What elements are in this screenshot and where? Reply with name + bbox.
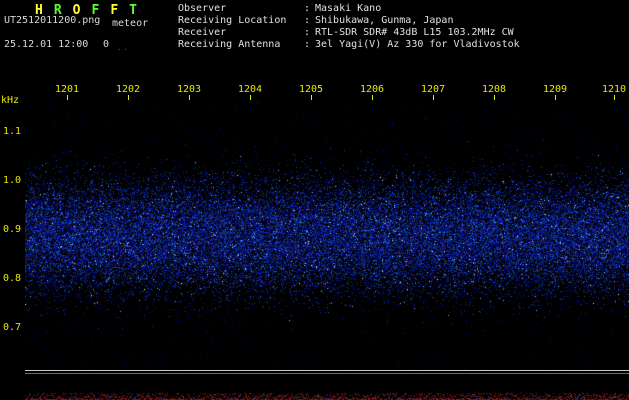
y-axis-unit: kHz bbox=[1, 95, 20, 106]
x-tick-label: 1207 bbox=[420, 84, 446, 95]
x-tick-mark bbox=[189, 95, 190, 100]
info-label: Observer bbox=[178, 3, 227, 14]
observation-datetime: 25.12.01 12:00 bbox=[4, 39, 89, 50]
info-row-observer: Observer: Masaki Kano bbox=[178, 3, 520, 15]
y-tick-label: 1.1 bbox=[2, 126, 21, 137]
info-separator: : bbox=[304, 15, 311, 26]
info-value: 3el Yagi(V) Az 330 for Vladivostok bbox=[315, 39, 520, 50]
strip-separator-line bbox=[25, 370, 629, 371]
x-tick-mark bbox=[311, 95, 312, 100]
x-tick-mark bbox=[433, 95, 434, 100]
info-label: Receiving Antenna bbox=[178, 39, 281, 50]
observation-comment: meteor bbox=[112, 18, 149, 29]
info-separator: : bbox=[304, 3, 311, 14]
x-tick-label: 1206 bbox=[359, 84, 385, 95]
info-row-antenna: Receiving Antenna:3el Yagi(V) Az 330 for… bbox=[178, 39, 520, 51]
info-label: Receiving Location bbox=[178, 15, 287, 26]
y-tick-label: 0.9 bbox=[2, 224, 21, 235]
x-tick-label: 1208 bbox=[481, 84, 507, 95]
x-tick-mark bbox=[250, 95, 251, 100]
output-filename: UT2512011200.png bbox=[4, 15, 101, 26]
info-row-location: Receiving Location: Shibukawa, Gunma, Jap… bbox=[178, 15, 520, 27]
info-value: Shibukawa, Gunma, Japan bbox=[315, 15, 454, 26]
info-row-receiver: Receiver: RTL-SDR SDR# 43dB L15 103.2MHz … bbox=[178, 27, 520, 39]
info-value: Masaki Kano bbox=[315, 3, 382, 14]
x-tick-mark bbox=[614, 95, 615, 100]
x-tick-label: 1209 bbox=[542, 84, 568, 95]
info-label: Receiver bbox=[178, 27, 227, 38]
y-tick-label: 0.8 bbox=[2, 273, 21, 284]
x-tick-mark bbox=[128, 95, 129, 100]
spectrogram-canvas bbox=[25, 101, 629, 370]
app-title-letter: F bbox=[110, 3, 119, 18]
signal-strip-canvas bbox=[25, 374, 629, 400]
x-tick-mark bbox=[555, 95, 556, 100]
x-tick-label: 1205 bbox=[298, 84, 324, 95]
echo-count: 0 bbox=[103, 39, 110, 50]
x-tick-mark bbox=[67, 95, 68, 100]
info-separator: : bbox=[304, 39, 311, 50]
x-tick-label: 1210 bbox=[601, 84, 627, 95]
count-mini-dots: .. bbox=[117, 44, 130, 52]
x-tick-label: 1203 bbox=[176, 84, 202, 95]
x-tick-label: 1201 bbox=[54, 84, 80, 95]
x-tick-label: 1204 bbox=[237, 84, 263, 95]
x-tick-mark bbox=[494, 95, 495, 100]
x-tick-mark bbox=[372, 95, 373, 100]
y-tick-label: 0.7 bbox=[2, 322, 21, 333]
info-value: RTL-SDR SDR# 43dB L15 103.2MHz CW bbox=[315, 27, 514, 38]
x-tick-label: 1202 bbox=[115, 84, 141, 95]
app-title-letter: T bbox=[129, 3, 137, 18]
y-tick-label: 1.0 bbox=[2, 175, 21, 186]
info-separator: : bbox=[304, 27, 311, 38]
station-info: Observer: Masaki Kano Receiving Location:… bbox=[178, 3, 520, 51]
hrofft-screen: HROFFT UT2512011200.png meteor 25.12.01 … bbox=[0, 0, 629, 400]
